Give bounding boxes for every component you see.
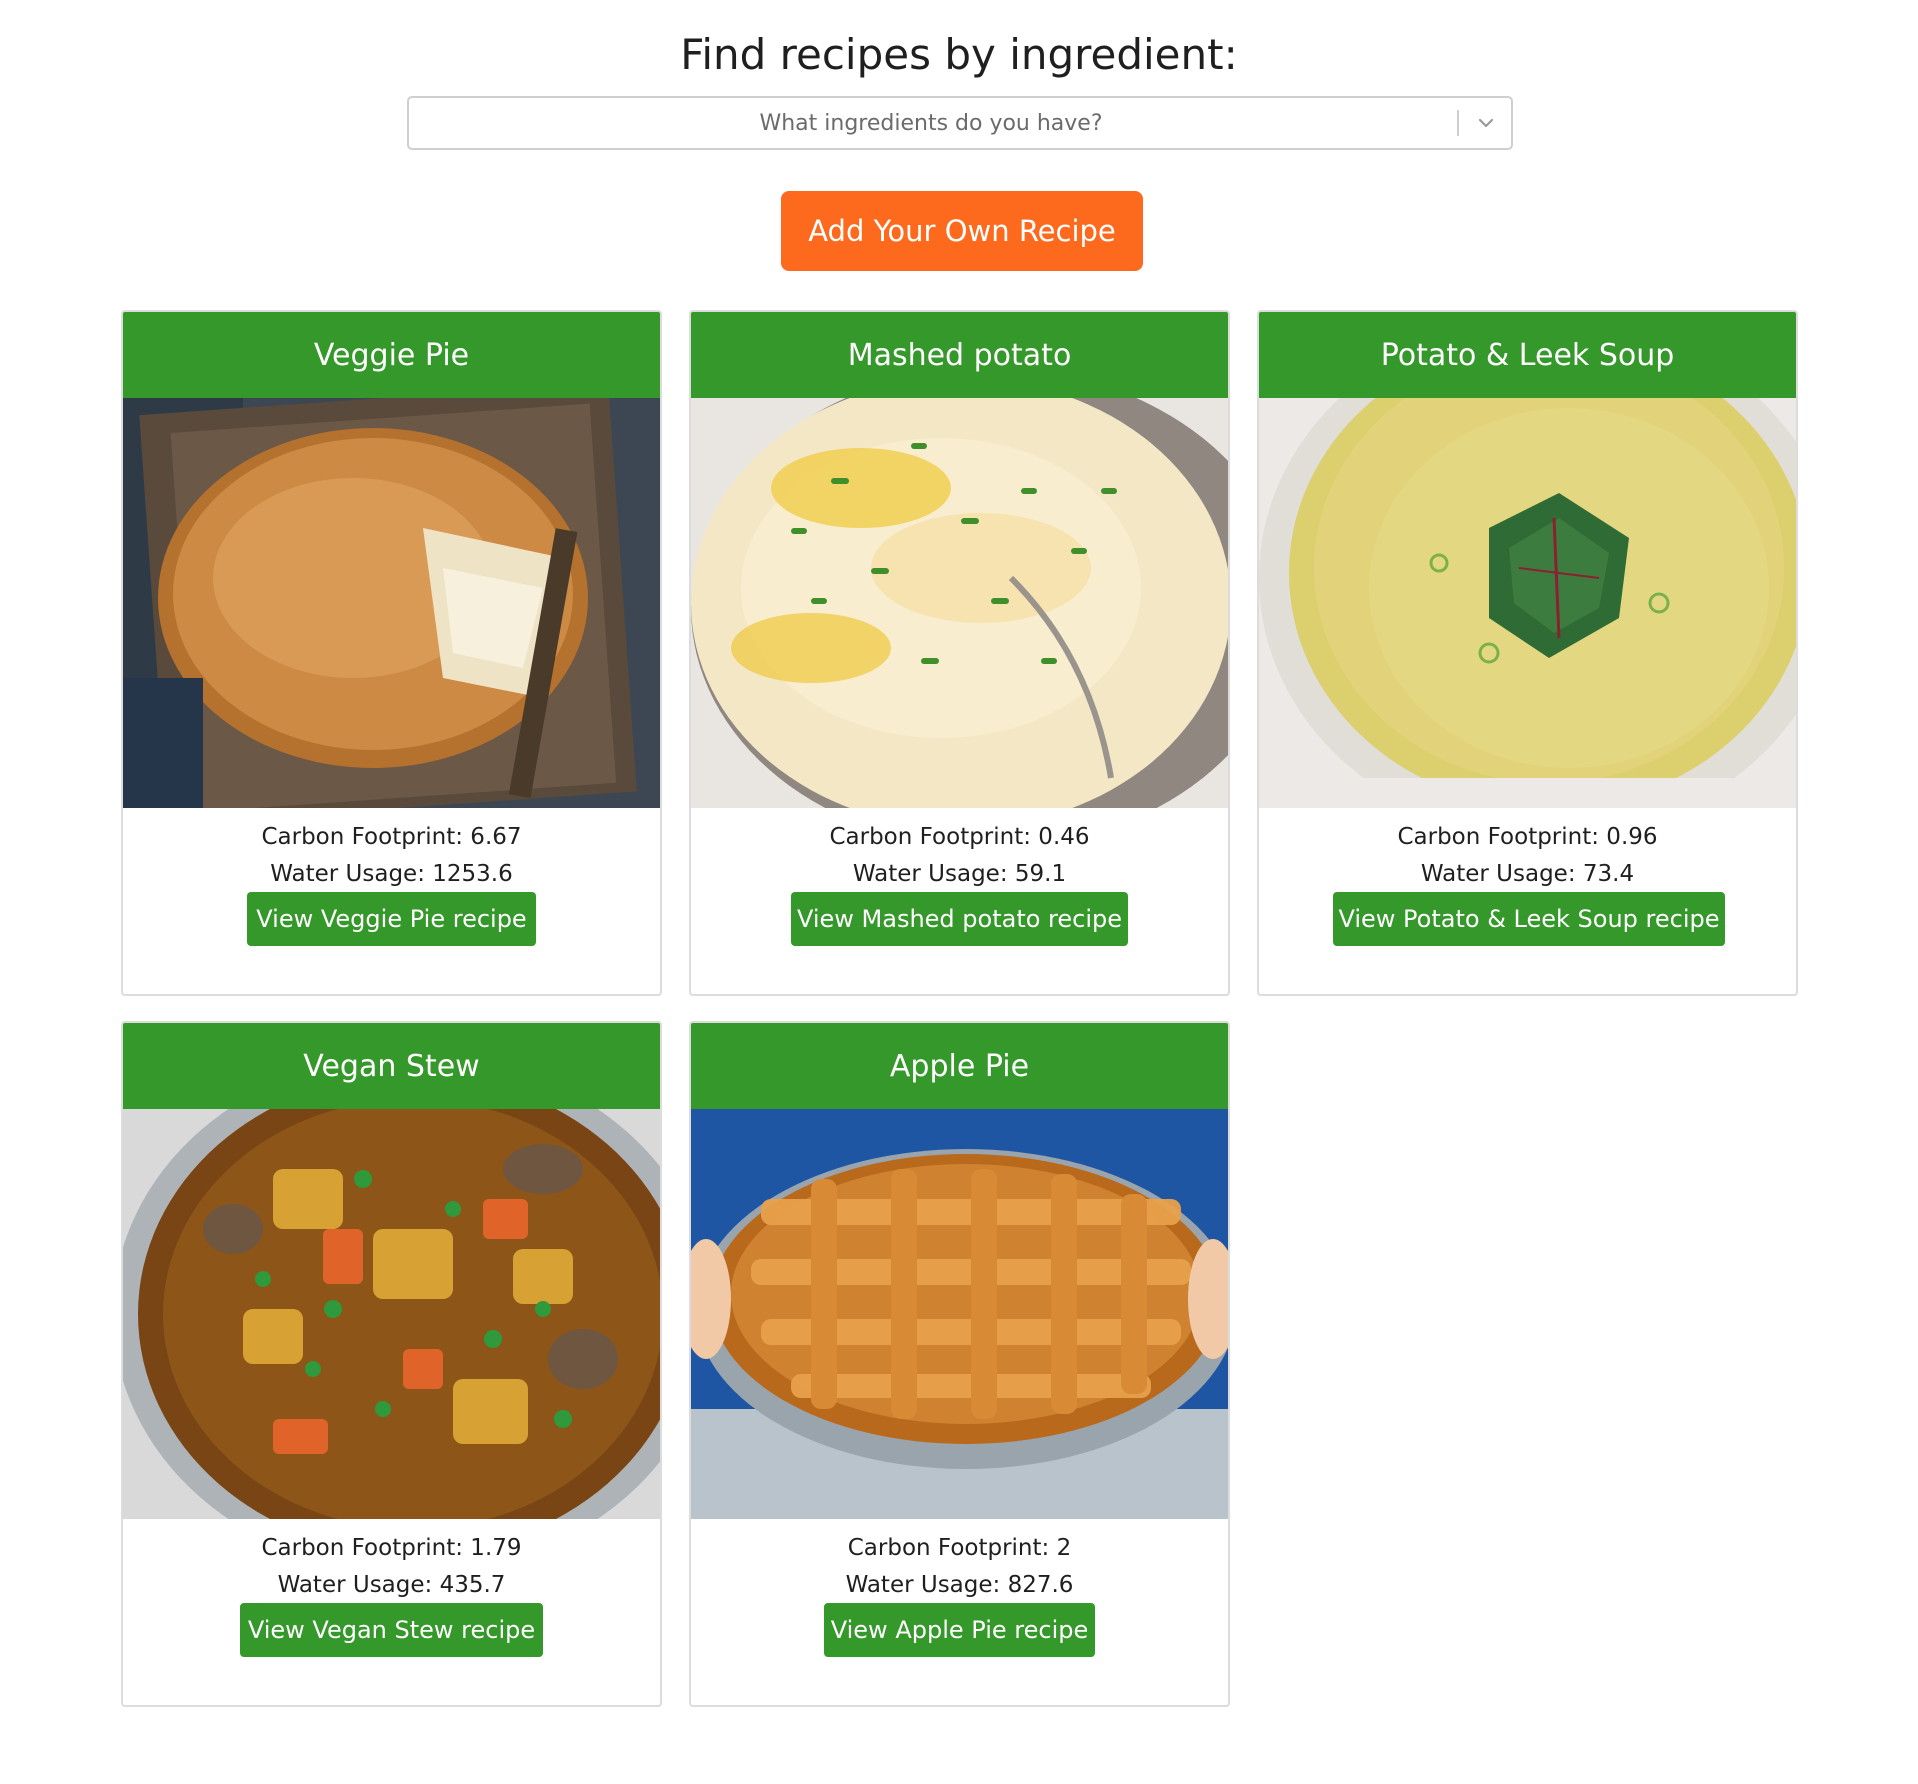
recipe-card-mashed-potato: Mashed potato Carbon Footprint: 0.46 Wat… bbox=[689, 310, 1230, 996]
view-recipe-button[interactable]: View Apple Pie recipe bbox=[824, 1603, 1095, 1657]
recipe-image-vegan-stew bbox=[123, 1109, 660, 1519]
water-usage: Water Usage: 73.4 bbox=[1420, 861, 1635, 887]
recipe-card-title: Apple Pie bbox=[691, 1023, 1228, 1109]
recipe-image-apple-pie bbox=[691, 1109, 1228, 1519]
search-separator bbox=[1457, 110, 1459, 136]
chevron-down-icon[interactable] bbox=[1471, 108, 1501, 138]
carbon-footprint: Carbon Footprint: 0.96 bbox=[1397, 824, 1658, 850]
view-recipe-button[interactable]: View Potato & Leek Soup recipe bbox=[1333, 892, 1725, 946]
recipe-card-apple-pie: Apple Pie Carbon Footprint: 2 Water Usag… bbox=[689, 1021, 1230, 1707]
water-usage: Water Usage: 435.7 bbox=[277, 1572, 506, 1598]
recipe-image-mashed-potato bbox=[691, 398, 1228, 808]
recipe-card-veggie-pie: Veggie Pie Carbon Footprint: 6.67 Water … bbox=[121, 310, 662, 996]
view-recipe-button[interactable]: View Veggie Pie recipe bbox=[247, 892, 536, 946]
carbon-footprint: Carbon Footprint: 2 bbox=[847, 1535, 1072, 1561]
recipe-card-vegan-stew: Vegan Stew Carbon Footprint: 1.79 Water … bbox=[121, 1021, 662, 1707]
recipe-card-title: Potato & Leek Soup bbox=[1259, 312, 1796, 398]
carbon-footprint: Carbon Footprint: 0.46 bbox=[829, 824, 1090, 850]
recipe-image-potato-leek-soup bbox=[1259, 398, 1796, 808]
view-recipe-button[interactable]: View Vegan Stew recipe bbox=[240, 1603, 543, 1657]
view-recipe-button[interactable]: View Mashed potato recipe bbox=[791, 892, 1128, 946]
recipe-card-title: Vegan Stew bbox=[123, 1023, 660, 1109]
ingredient-search[interactable] bbox=[407, 96, 1513, 150]
recipe-card-title: Mashed potato bbox=[691, 312, 1228, 398]
carbon-footprint: Carbon Footprint: 6.67 bbox=[261, 824, 522, 850]
ingredient-search-input[interactable] bbox=[409, 98, 1453, 148]
page-title: Find recipes by ingredient: bbox=[680, 30, 1238, 79]
add-recipe-button[interactable]: Add Your Own Recipe bbox=[781, 191, 1143, 271]
carbon-footprint: Carbon Footprint: 1.79 bbox=[261, 1535, 522, 1561]
water-usage: Water Usage: 827.6 bbox=[845, 1572, 1074, 1598]
recipe-image-veggie-pie bbox=[123, 398, 660, 808]
recipe-card-title: Veggie Pie bbox=[123, 312, 660, 398]
water-usage: Water Usage: 1253.6 bbox=[270, 861, 513, 887]
water-usage: Water Usage: 59.1 bbox=[852, 861, 1067, 887]
recipe-card-potato-leek-soup: Potato & Leek Soup Carbon Footprint: 0.9… bbox=[1257, 310, 1798, 996]
